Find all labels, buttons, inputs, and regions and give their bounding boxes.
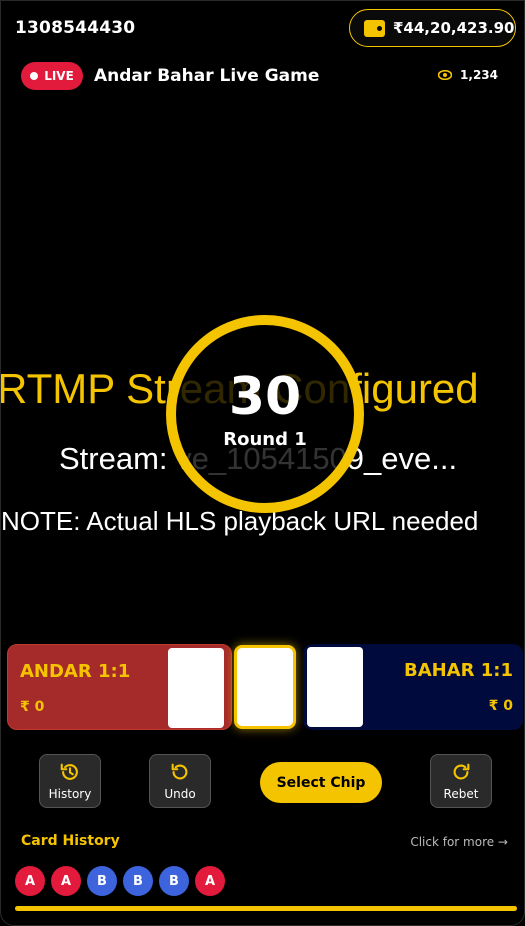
- bahar-bet-area[interactable]: BAHAR 1:1 ₹ 0: [303, 644, 523, 730]
- card-history-title: Card History: [21, 833, 120, 849]
- viewer-count: 1,234: [438, 68, 498, 82]
- bahar-card: [307, 647, 363, 727]
- round-progress-bar: [15, 906, 517, 911]
- andar-amount: ₹ 0: [20, 699, 45, 715]
- select-chip-button[interactable]: Select Chip: [260, 762, 382, 803]
- joker-card: [234, 645, 296, 729]
- round-label: Round 1: [223, 428, 307, 450]
- bahar-amount: ₹ 0: [488, 698, 513, 714]
- viewer-count-value: 1,234: [460, 68, 498, 82]
- bahar-label: BAHAR 1:1: [403, 660, 513, 681]
- history-button[interactable]: History: [39, 754, 101, 808]
- history-chip: B: [87, 866, 117, 896]
- undo-button[interactable]: Undo: [149, 754, 211, 808]
- andar-card: [168, 648, 224, 728]
- wallet-icon: [364, 19, 385, 37]
- rebet-button[interactable]: Rebet: [430, 754, 492, 808]
- click-for-more-link[interactable]: Click for more →: [410, 835, 508, 849]
- history-icon: [60, 763, 78, 780]
- rebet-icon: [453, 763, 470, 780]
- round-progress-fill: [15, 906, 517, 911]
- card-history-list: A A B B B A: [15, 866, 225, 896]
- history-label: History: [48, 787, 92, 801]
- andar-bet-area[interactable]: ANDAR 1:1 ₹ 0: [7, 644, 232, 730]
- eye-icon: [438, 70, 453, 80]
- live-badge: LIVE: [21, 62, 83, 90]
- rebet-label: Rebet: [443, 787, 479, 801]
- live-dot-icon: [30, 72, 39, 80]
- history-chip: B: [123, 866, 153, 896]
- history-chip: A: [195, 866, 225, 896]
- history-chip: A: [15, 866, 45, 896]
- history-chip: A: [51, 866, 81, 896]
- undo-icon: [171, 763, 188, 780]
- user-id: 1308544430: [15, 18, 136, 38]
- game-title: Andar Bahar Live Game: [94, 66, 320, 86]
- game-screen: 1308544430 ₹44,20,423.90 LIVE Andar Baha…: [0, 0, 525, 926]
- undo-label: Undo: [164, 787, 196, 801]
- history-chip: B: [159, 866, 189, 896]
- countdown-timer: 30 Round 1: [166, 315, 364, 513]
- wallet-amount: ₹44,20,423.90: [393, 19, 515, 37]
- timer-seconds: 30: [228, 366, 302, 427]
- live-badge-label: LIVE: [44, 69, 74, 83]
- andar-label: ANDAR 1:1: [20, 661, 131, 682]
- wallet-balance-button[interactable]: ₹44,20,423.90: [349, 9, 516, 47]
